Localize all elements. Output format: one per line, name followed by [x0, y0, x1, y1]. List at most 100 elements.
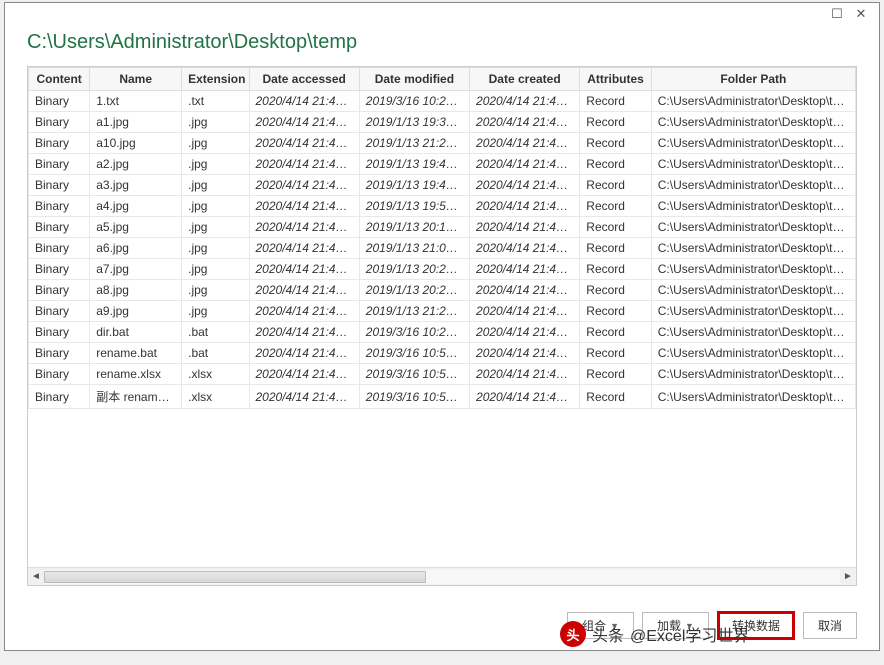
- transform-data-button[interactable]: 转换数据: [717, 611, 795, 640]
- table-row[interactable]: Binary1.txt.txt2020/4/14 21:40:192019/3/…: [29, 91, 856, 112]
- col-header-content[interactable]: Content: [29, 68, 90, 91]
- table-row[interactable]: Binarya7.jpg.jpg2020/4/14 21:40:192019/1…: [29, 259, 856, 280]
- cell-attr: Record: [580, 343, 651, 364]
- cell-da: 2020/4/14 21:40:19: [249, 322, 359, 343]
- scroll-track[interactable]: [44, 570, 840, 584]
- cell-content: Binary: [29, 154, 90, 175]
- close-button[interactable]: ✕: [849, 5, 873, 23]
- cell-path: C:\Users\Administrator\Desktop\temp: [651, 280, 855, 301]
- table-row[interactable]: Binarya3.jpg.jpg2020/4/14 21:40:192019/1…: [29, 175, 856, 196]
- scroll-thumb[interactable]: [44, 571, 426, 583]
- cell-path: C:\Users\Administrator\Desktop\temp: [651, 217, 855, 238]
- scroll-left-icon[interactable]: ◄: [28, 569, 44, 585]
- cell-ext: .jpg: [182, 133, 249, 154]
- table-row[interactable]: Binarya5.jpg.jpg2020/4/14 21:40:192019/1…: [29, 217, 856, 238]
- table-row[interactable]: Binarya4.jpg.jpg2020/4/14 21:40:192019/1…: [29, 196, 856, 217]
- cell-dm: 2019/1/13 19:37:06: [359, 112, 469, 133]
- cell-path: C:\Users\Administrator\Desktop\temp: [651, 385, 855, 409]
- cancel-label: 取消: [818, 617, 842, 634]
- transform-label: 转换数据: [732, 617, 780, 634]
- cell-name: a6.jpg: [90, 238, 182, 259]
- cell-path: C:\Users\Administrator\Desktop\temp: [651, 301, 855, 322]
- cell-ext: .jpg: [182, 301, 249, 322]
- cell-da: 2020/4/14 21:40:19: [249, 175, 359, 196]
- table-row[interactable]: Binarydir.bat.bat2020/4/14 21:40:192019/…: [29, 322, 856, 343]
- cell-content: Binary: [29, 343, 90, 364]
- table-row[interactable]: Binarya1.jpg.jpg2020/4/14 21:40:192019/1…: [29, 112, 856, 133]
- cell-path: C:\Users\Administrator\Desktop\temp: [651, 322, 855, 343]
- cell-dc: 2020/4/14 21:40:19: [470, 154, 580, 175]
- cell-da: 2020/4/14 21:40:19: [249, 343, 359, 364]
- cell-ext: .jpg: [182, 196, 249, 217]
- cell-content: Binary: [29, 259, 90, 280]
- cell-attr: Record: [580, 364, 651, 385]
- cell-name: a4.jpg: [90, 196, 182, 217]
- cell-ext: .jpg: [182, 280, 249, 301]
- horizontal-scrollbar[interactable]: ◄ ►: [28, 567, 856, 585]
- col-header-attributes[interactable]: Attributes: [580, 68, 651, 91]
- table-row[interactable]: Binarya8.jpg.jpg2020/4/14 21:40:192019/1…: [29, 280, 856, 301]
- cell-name: a10.jpg: [90, 133, 182, 154]
- col-header-date-created[interactable]: Date created: [470, 68, 580, 91]
- cell-dc: 2020/4/14 21:40:19: [470, 91, 580, 112]
- table-row[interactable]: Binaryrename.bat.bat2020/4/14 21:40:1920…: [29, 343, 856, 364]
- cell-name: rename.xlsx: [90, 364, 182, 385]
- col-header-extension[interactable]: Extension: [182, 68, 249, 91]
- cell-dm: 2019/1/13 21:24:34: [359, 301, 469, 322]
- chevron-down-icon: ▼: [610, 621, 619, 631]
- cell-content: Binary: [29, 217, 90, 238]
- cell-content: Binary: [29, 364, 90, 385]
- cell-ext: .bat: [182, 343, 249, 364]
- table-row[interactable]: Binarya9.jpg.jpg2020/4/14 21:40:192019/1…: [29, 301, 856, 322]
- cell-dc: 2020/4/14 21:40:19: [470, 217, 580, 238]
- data-grid[interactable]: Content Name Extension Date accessed Dat…: [28, 67, 856, 567]
- cell-dm: 2019/3/16 10:28:01: [359, 91, 469, 112]
- cell-path: C:\Users\Administrator\Desktop\temp: [651, 238, 855, 259]
- cell-ext: .txt: [182, 91, 249, 112]
- cell-name: a1.jpg: [90, 112, 182, 133]
- cell-dc: 2020/4/14 21:40:19: [470, 280, 580, 301]
- cell-name: a9.jpg: [90, 301, 182, 322]
- cell-path: C:\Users\Administrator\Desktop\temp: [651, 175, 855, 196]
- cell-da: 2020/4/14 21:40:19: [249, 91, 359, 112]
- cell-attr: Record: [580, 259, 651, 280]
- cell-dm: 2019/1/13 20:16:50: [359, 217, 469, 238]
- table-row[interactable]: Binary副本 rename.xlsx.xlsx2020/4/14 21:40…: [29, 385, 856, 409]
- titlebar: ☐ ✕: [5, 3, 879, 25]
- cell-name: 1.txt: [90, 91, 182, 112]
- cell-attr: Record: [580, 196, 651, 217]
- cell-name: a8.jpg: [90, 280, 182, 301]
- cell-dc: 2020/4/14 21:40:19: [470, 112, 580, 133]
- cell-path: C:\Users\Administrator\Desktop\temp: [651, 259, 855, 280]
- cell-path: C:\Users\Administrator\Desktop\temp: [651, 154, 855, 175]
- table-row[interactable]: Binarya10.jpg.jpg2020/4/14 21:40:192019/…: [29, 133, 856, 154]
- cell-da: 2020/4/14 21:40:19: [249, 217, 359, 238]
- cell-dm: 2019/1/13 21:04:41: [359, 238, 469, 259]
- cell-dc: 2020/4/14 21:40:19: [470, 322, 580, 343]
- cell-dm: 2019/3/16 10:57:22: [359, 385, 469, 409]
- load-button[interactable]: 加载 ▼: [642, 612, 709, 639]
- scroll-right-icon[interactable]: ►: [840, 569, 856, 585]
- cell-content: Binary: [29, 385, 90, 409]
- cancel-button[interactable]: 取消: [803, 612, 857, 639]
- cell-ext: .jpg: [182, 259, 249, 280]
- cell-content: Binary: [29, 238, 90, 259]
- cell-dc: 2020/4/14 21:40:19: [470, 259, 580, 280]
- cell-dm: 2019/3/16 10:27:33: [359, 322, 469, 343]
- col-header-folder-path[interactable]: Folder Path: [651, 68, 855, 91]
- cell-dc: 2020/4/14 21:40:19: [470, 343, 580, 364]
- header-row: Content Name Extension Date accessed Dat…: [29, 68, 856, 91]
- cell-attr: Record: [580, 91, 651, 112]
- cell-dc: 2020/4/14 21:40:19: [470, 364, 580, 385]
- col-header-date-accessed[interactable]: Date accessed: [249, 68, 359, 91]
- cell-name: a3.jpg: [90, 175, 182, 196]
- combine-button[interactable]: 组合 ▼: [567, 612, 634, 639]
- col-header-name[interactable]: Name: [90, 68, 182, 91]
- maximize-button[interactable]: ☐: [825, 5, 849, 23]
- cell-dc: 2020/4/14 21:40:19: [470, 175, 580, 196]
- table-row[interactable]: Binarya6.jpg.jpg2020/4/14 21:40:192019/1…: [29, 238, 856, 259]
- table-row[interactable]: Binarya2.jpg.jpg2020/4/14 21:40:192019/1…: [29, 154, 856, 175]
- col-header-date-modified[interactable]: Date modified: [359, 68, 469, 91]
- cell-dm: 2019/1/13 20:24:04: [359, 280, 469, 301]
- table-row[interactable]: Binaryrename.xlsx.xlsx2020/4/14 21:40:19…: [29, 364, 856, 385]
